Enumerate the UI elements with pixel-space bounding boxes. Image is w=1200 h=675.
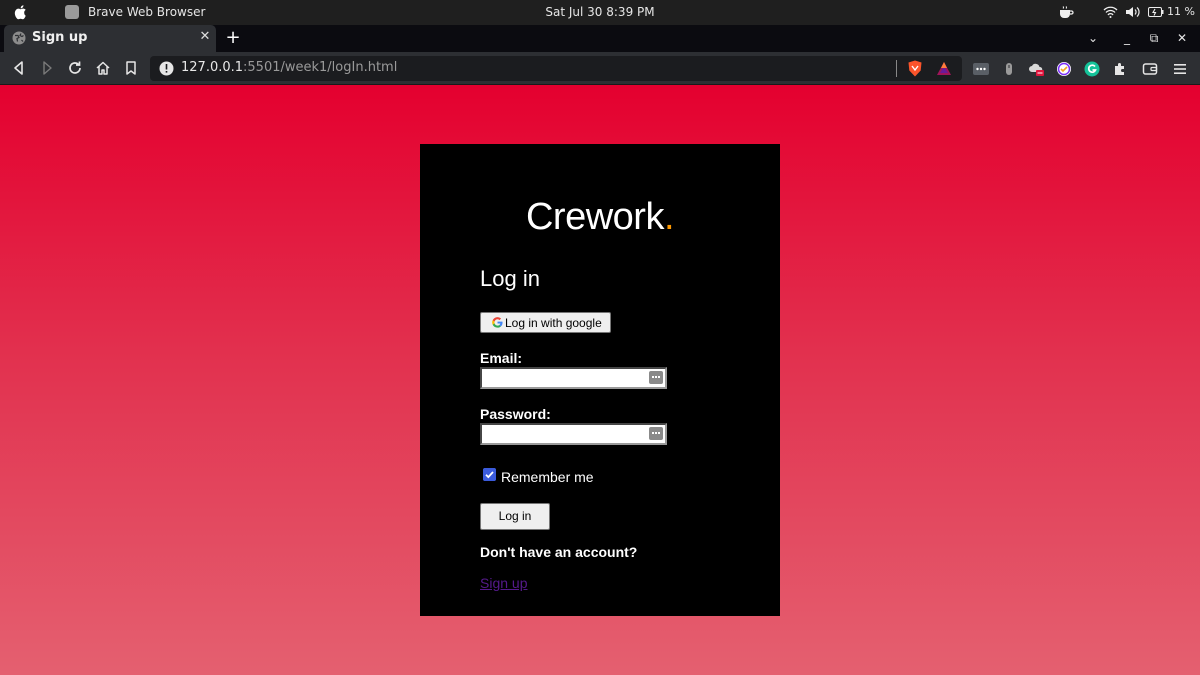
extension-cloud-blocked-icon[interactable] bbox=[1028, 61, 1044, 77]
restore-icon[interactable]: ⧉ bbox=[1145, 29, 1163, 47]
home-icon[interactable] bbox=[95, 60, 111, 76]
brave-shields-icon[interactable] bbox=[907, 60, 923, 77]
url-divider bbox=[896, 60, 897, 77]
browser-toolbar: 127.0.0.1:5501/week1/logIn.html bbox=[0, 52, 1200, 85]
wallet-icon[interactable] bbox=[1142, 61, 1158, 77]
menu-icon[interactable] bbox=[1172, 61, 1188, 77]
google-icon bbox=[492, 317, 503, 328]
tab-strip: Sign up ✕ + ⌄ _ ⧉ ✕ bbox=[0, 25, 1200, 52]
remember-me-label[interactable]: Remember me bbox=[501, 469, 594, 485]
page-title: Log in bbox=[480, 266, 540, 291]
email-field[interactable] bbox=[482, 369, 647, 387]
battery-icon[interactable] bbox=[1148, 7, 1164, 17]
url-text[interactable]: 127.0.0.1:5501/week1/logIn.html bbox=[181, 60, 397, 75]
coffee-icon[interactable] bbox=[1058, 5, 1074, 20]
tab-title: Sign up bbox=[32, 30, 88, 45]
globe-icon bbox=[12, 31, 26, 45]
os-top-bar: Brave Web Browser Sat Jul 30 8:39 PM 11 … bbox=[0, 0, 1200, 25]
email-field-wrapper[interactable] bbox=[480, 367, 667, 389]
password-field-wrapper[interactable] bbox=[480, 423, 667, 445]
extension-check-icon[interactable] bbox=[1056, 61, 1072, 77]
extensions-puzzle-icon[interactable] bbox=[1112, 61, 1128, 77]
url-path: :5501/week1/logIn.html bbox=[243, 60, 398, 75]
new-tab-button[interactable]: + bbox=[224, 28, 242, 48]
extension-mouse-icon[interactable] bbox=[1001, 61, 1017, 77]
brand-name: Crework bbox=[525, 196, 664, 238]
site-info-icon[interactable] bbox=[159, 61, 174, 76]
password-field[interactable] bbox=[482, 425, 647, 443]
reload-icon[interactable] bbox=[67, 60, 83, 76]
close-window-icon[interactable]: ✕ bbox=[1173, 29, 1191, 47]
extension-menu-dots-icon[interactable] bbox=[973, 61, 989, 77]
back-icon[interactable] bbox=[11, 60, 27, 76]
password-label: Password: bbox=[480, 406, 551, 422]
google-button-label: Log in with google bbox=[505, 316, 602, 330]
tab-search-icon[interactable]: ⌄ bbox=[1084, 29, 1102, 47]
email-label: Email: bbox=[480, 350, 523, 366]
battery-percent: 11 % bbox=[1167, 5, 1195, 18]
address-bar[interactable]: 127.0.0.1:5501/week1/logIn.html bbox=[150, 56, 962, 81]
bookmark-icon[interactable] bbox=[123, 60, 139, 76]
login-button[interactable]: Log in bbox=[480, 503, 550, 530]
password-manager-icon[interactable] bbox=[649, 427, 663, 440]
remember-me-checkbox[interactable] bbox=[483, 468, 496, 481]
brave-rewards-icon[interactable] bbox=[936, 61, 952, 76]
tab-sign-up[interactable]: Sign up ✕ bbox=[4, 25, 216, 52]
brand-dot: . bbox=[663, 196, 675, 238]
signup-link[interactable]: Sign up bbox=[480, 575, 527, 591]
google-login-button[interactable]: Log in with google bbox=[480, 312, 611, 333]
grammarly-icon[interactable] bbox=[1084, 61, 1100, 77]
clock[interactable]: Sat Jul 30 8:39 PM bbox=[0, 5, 1200, 19]
minimize-icon[interactable]: _ bbox=[1118, 29, 1136, 47]
close-tab-icon[interactable]: ✕ bbox=[198, 30, 212, 44]
page-viewport: Crework. Log in Log in with google Email… bbox=[0, 85, 1200, 675]
forward-icon[interactable] bbox=[39, 60, 55, 76]
login-card: Crework. Log in Log in with google Email… bbox=[420, 144, 780, 616]
wifi-icon[interactable] bbox=[1103, 6, 1118, 18]
brand-logo: Crework. bbox=[420, 196, 780, 239]
password-manager-icon[interactable] bbox=[649, 371, 663, 384]
url-host: 127.0.0.1 bbox=[181, 60, 244, 75]
volume-icon[interactable] bbox=[1125, 6, 1140, 18]
no-account-text: Don't have an account? bbox=[480, 544, 638, 560]
